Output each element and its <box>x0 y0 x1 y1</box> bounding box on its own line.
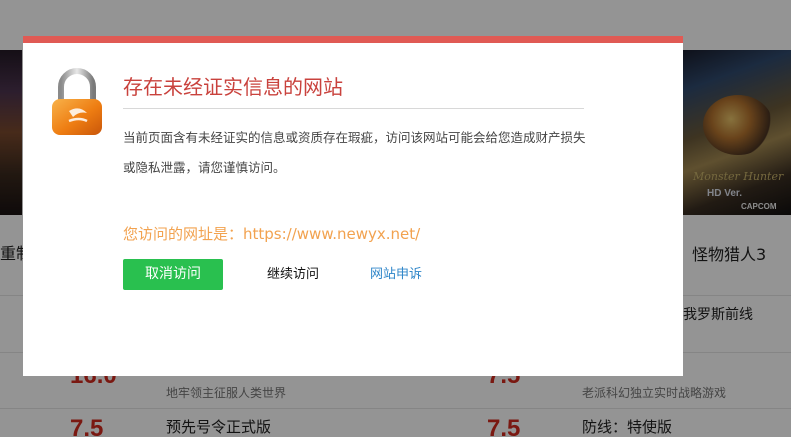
visited-url: 您访问的网址是：https://www.newyx.net/ <box>123 223 420 244</box>
dialog-title: 存在未经证实信息的网站 <box>123 75 343 99</box>
url-value: https://www.newyx.net/ <box>243 225 421 243</box>
continue-visit-button[interactable]: 继续访问 <box>267 259 319 290</box>
site-appeal-link[interactable]: 网站申诉 <box>370 259 422 290</box>
lock-icon <box>47 67 107 137</box>
url-label: 您访问的网址是： <box>123 225 244 243</box>
cancel-visit-button[interactable]: 取消访问 <box>123 259 223 290</box>
warning-description: 当前页面含有未经证实的信息或资质存在瑕疵，访问该网站可能会给您造成财产损失或隐私… <box>123 130 586 175</box>
title-divider <box>123 108 584 109</box>
unverified-site-warning-dialog: 存在未经证实信息的网站 当前页面含有未经证实的信息或资质存在瑕疵，访问该网站可能… <box>23 36 683 376</box>
